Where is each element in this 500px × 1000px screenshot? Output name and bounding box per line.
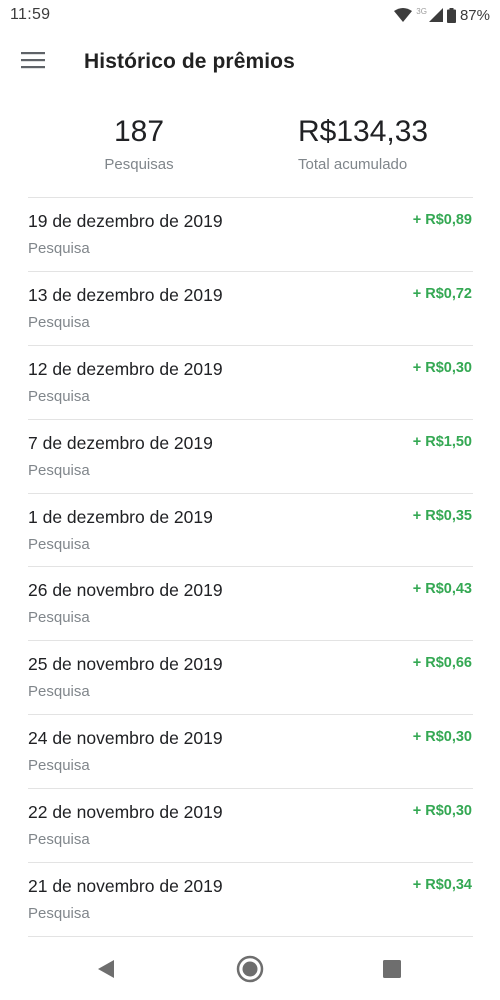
- system-nav-bar: [0, 942, 500, 1000]
- list-item[interactable]: 26 de novembro de 2019 Pesquisa + R$0,43: [28, 567, 473, 642]
- item-amount: + R$0,30: [412, 729, 472, 746]
- item-type: Pesquisa: [28, 831, 90, 849]
- nav-back-icon: [97, 959, 115, 983]
- network-type-label: 3G: [416, 6, 427, 16]
- item-type: Pesquisa: [28, 609, 90, 627]
- list-item-text: 22 de novembro de 2019 Pesquisa: [28, 801, 223, 862]
- nav-home-button[interactable]: [230, 951, 270, 991]
- item-type: Pesquisa: [28, 905, 90, 923]
- battery-icon: [446, 7, 456, 23]
- status-bar: 11:59 3G 87%: [0, 0, 500, 30]
- list-item-text: 1 de dezembro de 2019 Pesquisa: [28, 506, 213, 567]
- item-amount: + R$0,35: [412, 507, 472, 524]
- status-time: 11:59: [10, 6, 51, 23]
- item-type: Pesquisa: [28, 461, 90, 479]
- item-amount: + R$0,43: [412, 581, 472, 598]
- nav-home-icon: [236, 955, 264, 988]
- item-date: 25 de novembro de 2019: [28, 654, 223, 675]
- list-item-text: 7 de dezembro de 2019 Pesquisa: [28, 432, 213, 493]
- surveys-count: 187: [113, 115, 165, 148]
- list-item-text: 26 de novembro de 2019 Pesquisa: [28, 579, 223, 640]
- total-label: Total acumulado: [298, 156, 408, 173]
- item-amount: + R$1,50: [412, 433, 472, 450]
- app-bar: Histórico de prêmios: [0, 36, 500, 88]
- item-date: 12 de dezembro de 2019: [28, 358, 223, 379]
- list-item-text: 21 de novembro de 2019 Pesquisa: [28, 875, 223, 936]
- total-stat: R$134,33 Total acumulado: [278, 112, 500, 184]
- item-date: 24 de novembro de 2019: [28, 728, 223, 749]
- list-item[interactable]: 1 de dezembro de 2019 Pesquisa + R$0,35: [28, 494, 473, 568]
- item-amount: + R$0,89: [412, 212, 472, 228]
- item-date: 13 de dezembro de 2019: [28, 284, 223, 305]
- item-type: Pesquisa: [28, 757, 90, 775]
- item-date: 7 de dezembro de 2019: [28, 432, 213, 453]
- item-type: Pesquisa: [28, 683, 90, 701]
- status-icons: 3G 87%: [394, 7, 490, 24]
- nav-recents-button[interactable]: [372, 951, 412, 991]
- history-list: 19 de dezembro de 2019 Pesquisa + R$0,89…: [28, 197, 473, 937]
- item-date: 21 de novembro de 2019: [28, 876, 223, 897]
- total-value: R$134,33: [298, 115, 429, 148]
- page-title: Histórico de prêmios: [84, 50, 295, 73]
- item-amount: + R$0,66: [412, 655, 472, 672]
- list-item-text: 13 de dezembro de 2019 Pesquisa: [28, 284, 223, 345]
- item-type: Pesquisa: [28, 535, 90, 553]
- list-item-text: 12 de dezembro de 2019 Pesquisa: [28, 358, 223, 419]
- item-amount: + R$0,72: [412, 285, 472, 302]
- list-item-text: 24 de novembro de 2019 Pesquisa: [28, 727, 223, 788]
- item-type: Pesquisa: [28, 240, 90, 257]
- list-item[interactable]: 22 de novembro de 2019 Pesquisa + R$0,30: [28, 789, 473, 864]
- list-item[interactable]: 13 de dezembro de 2019 Pesquisa + R$0,72: [28, 272, 473, 346]
- list-item[interactable]: 21 de novembro de 2019 Pesquisa + R$0,34: [28, 863, 473, 937]
- item-date: 1 de dezembro de 2019: [28, 506, 213, 527]
- list-item[interactable]: 7 de dezembro de 2019 Pesquisa + R$1,50: [28, 420, 473, 494]
- hamburger-menu-icon: [21, 51, 45, 74]
- battery-percent: 87%: [459, 6, 490, 24]
- item-date: 26 de novembro de 2019: [28, 580, 223, 601]
- list-item[interactable]: 19 de dezembro de 2019 Pesquisa + R$0,89: [28, 198, 473, 272]
- list-item-text: 19 de dezembro de 2019 Pesquisa: [28, 210, 223, 271]
- item-date: 19 de dezembro de 2019: [28, 211, 223, 231]
- surveys-stat: 187 Pesquisas: [0, 112, 278, 184]
- list-item-text: 25 de novembro de 2019 Pesquisa: [28, 653, 223, 714]
- list-item[interactable]: 25 de novembro de 2019 Pesquisa + R$0,66: [28, 641, 473, 716]
- item-type: Pesquisa: [28, 387, 90, 405]
- item-amount: + R$0,30: [412, 803, 472, 820]
- menu-button[interactable]: [18, 47, 48, 77]
- item-amount: + R$0,34: [412, 877, 472, 894]
- list-item[interactable]: 12 de dezembro de 2019 Pesquisa + R$0,30: [28, 346, 473, 420]
- item-amount: + R$0,30: [412, 359, 472, 376]
- list-item[interactable]: 24 de novembro de 2019 Pesquisa + R$0,30: [28, 715, 473, 790]
- item-type: Pesquisa: [28, 313, 90, 331]
- nav-back-button[interactable]: [86, 951, 126, 991]
- wifi-icon: [394, 8, 413, 22]
- item-date: 22 de novembro de 2019: [28, 802, 223, 823]
- surveys-label: Pesquisas: [104, 156, 174, 173]
- summary-stats: 187 Pesquisas R$134,33 Total acumulado: [0, 112, 500, 184]
- nav-recents-icon: [383, 959, 401, 983]
- cell-signal-icon: [428, 8, 443, 22]
